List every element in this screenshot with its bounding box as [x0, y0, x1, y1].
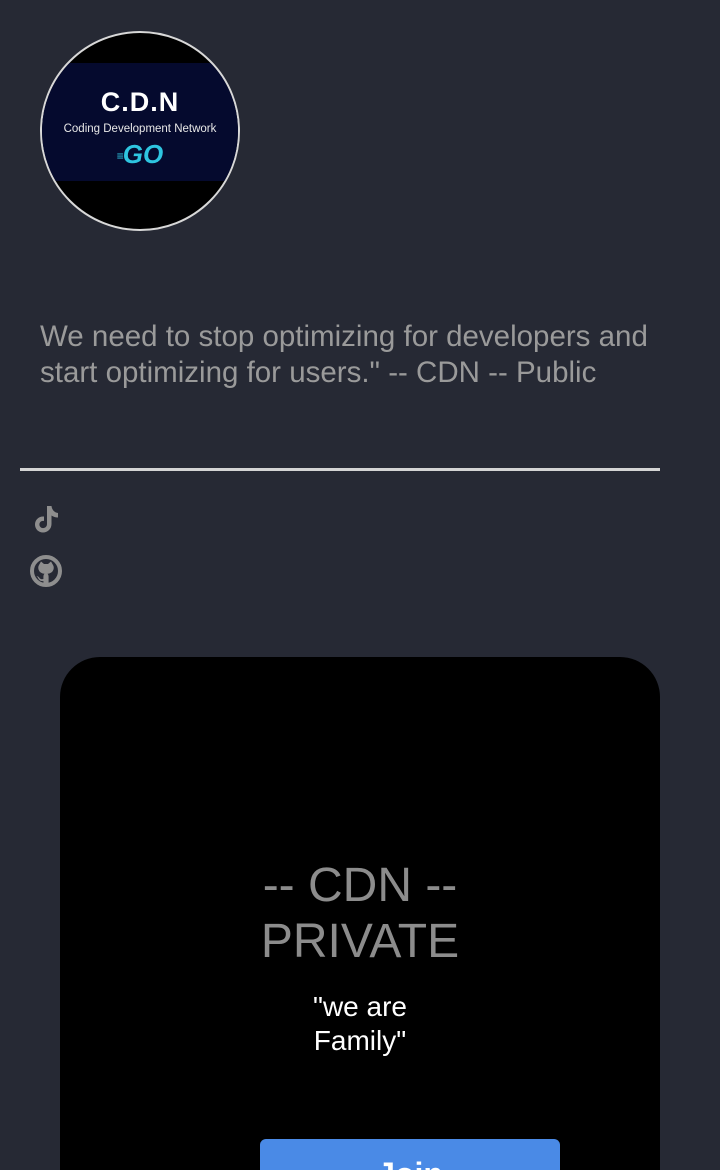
github-icon[interactable]: [28, 553, 64, 589]
go-logo: ≡GO: [42, 139, 238, 170]
card-motto-line2: Family": [313, 1025, 407, 1056]
go-badge: GO: [122, 139, 164, 169]
card-motto: "we are Family": [60, 990, 660, 1058]
avatar: C.D.N Coding Development Network ≡GO: [40, 31, 240, 231]
tiktok-icon[interactable]: [28, 501, 64, 537]
card-title-line2: PRIVATE: [260, 915, 460, 968]
profile-quote: We need to stop optimizing for developer…: [40, 320, 648, 389]
card-title-line1: -- CDN --: [262, 859, 458, 912]
logo-subtitle: Coding Development Network: [63, 123, 217, 135]
divider: [20, 468, 660, 471]
join-button[interactable]: Join: [260, 1139, 560, 1170]
card-motto-line1: "we are: [313, 991, 407, 1022]
card-title: -- CDN -- PRIVATE: [60, 858, 660, 970]
profile-page: C.D.N Coding Development Network ≡GO We …: [0, 0, 720, 1170]
logo-title: C.D.N: [100, 87, 180, 117]
